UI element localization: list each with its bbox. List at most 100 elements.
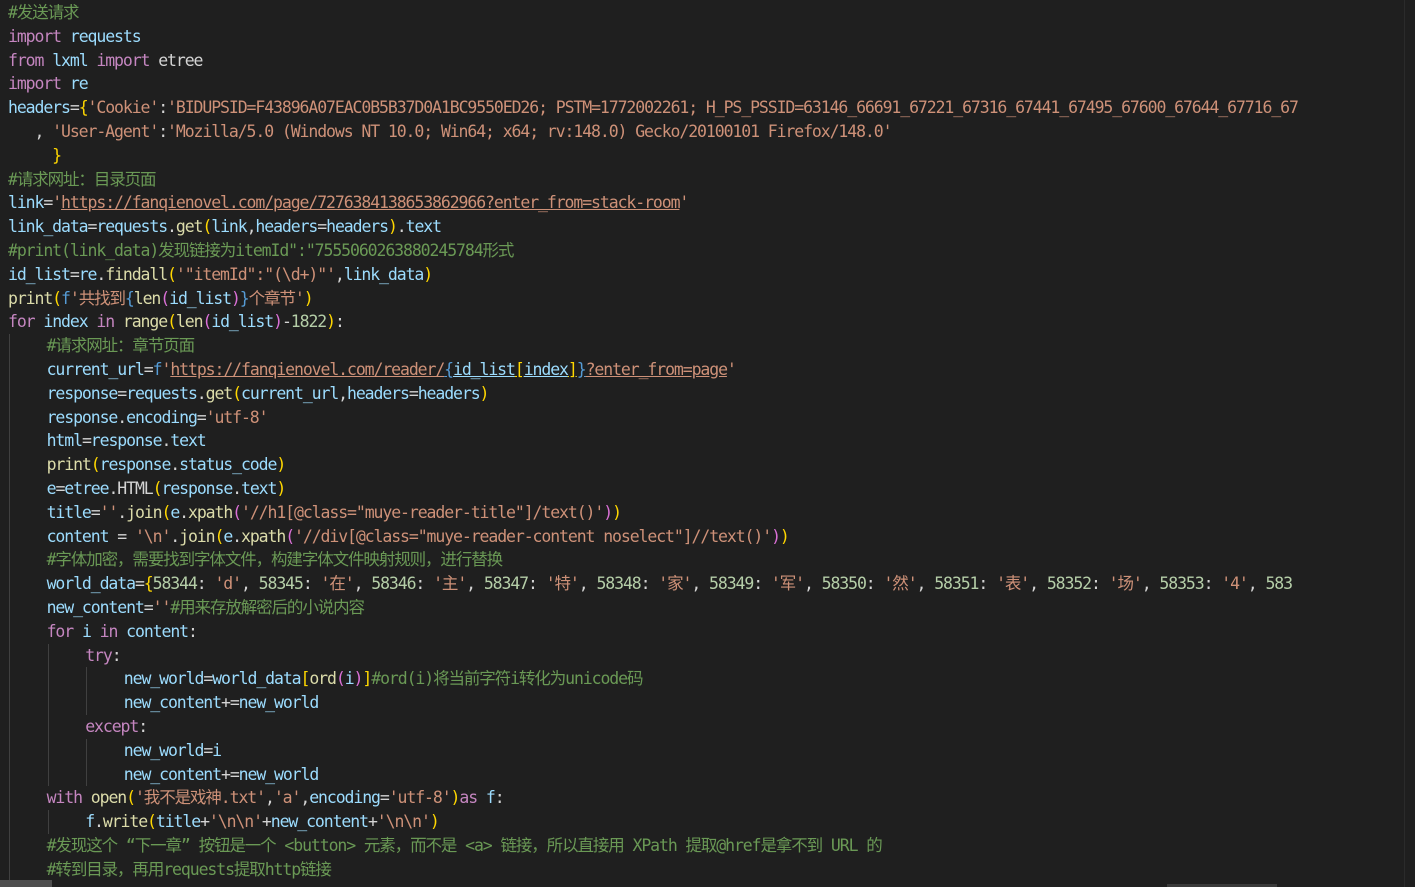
code-line[interactable]: #print(link_data)发现链接为itemId":"755506026… — [0, 239, 1405, 263]
code-token: - — [281, 312, 292, 332]
code-token: i — [344, 669, 355, 689]
code-line[interactable]: current_url=f'https://fanqienovel.com/re… — [0, 357, 1405, 382]
code-token: #请求网址：目录页面 — [8, 169, 157, 189]
code-line[interactable]: headers={'Cookie':'BIDUPSID=F43896A07EAC… — [0, 96, 1405, 120]
code-token: HTML — [117, 478, 153, 498]
code-token: get — [175, 217, 204, 237]
code-line[interactable]: from lxml import etree — [0, 49, 1405, 73]
code-line[interactable]: #请求网址：目录页面 — [0, 168, 1405, 192]
code-line[interactable]: content = '\n'.join(e.xpath('//div[@clas… — [0, 524, 1405, 549]
vertical-scrollbar[interactable] — [1404, 0, 1415, 887]
code-token: = — [143, 597, 154, 617]
code-token: += — [220, 764, 240, 784]
code-line[interactable]: for index in range(len(id_list)-1822): — [0, 310, 1405, 334]
code-token: in — [96, 312, 115, 332]
code-token: ( — [214, 526, 224, 546]
code-token: = — [203, 740, 213, 760]
code-line[interactable]: with open('我不是戏神.txt','a',encoding='utf-… — [0, 786, 1405, 811]
code-token: xpath — [241, 526, 286, 546]
code-line[interactable]: e=etree.HTML(response.text) — [0, 476, 1405, 501]
code-token: ) — [779, 526, 790, 546]
code-token: ( — [90, 455, 101, 475]
code-token: #发送请求 — [8, 3, 80, 22]
code-token: content — [126, 621, 189, 641]
horizontal-scrollbar-thumb[interactable] — [0, 880, 52, 887]
code-token: encoding — [309, 788, 381, 808]
code-line[interactable]: } — [0, 144, 1405, 168]
code-line[interactable]: title=''.join(e.xpath('//h1[@class="muye… — [0, 500, 1405, 525]
code-line[interactable]: #转到目录，再用requests提取http链接 — [0, 857, 1405, 882]
code-line[interactable]: #请求网址：章节页面 — [0, 334, 1405, 358]
code-line[interactable]: for i in content: — [0, 619, 1405, 644]
code-token: , — [240, 574, 259, 594]
indent-guide — [9, 857, 10, 882]
code-token: '' — [99, 502, 119, 522]
code-line[interactable]: response=requests.get(current_url,header… — [0, 381, 1405, 406]
code-token: id_list — [8, 264, 71, 284]
code-token: . — [196, 383, 207, 403]
code-token: . — [94, 812, 104, 832]
code-token: ( — [126, 788, 136, 808]
code-line[interactable]: #字体加密，需要找到字体文件，构建字体文件映射规则，进行替换 — [0, 548, 1405, 573]
code-token: ( — [52, 288, 62, 308]
code-token: } — [239, 288, 250, 308]
indent-guide — [9, 786, 10, 811]
code-token: e — [170, 502, 180, 522]
indent-guide — [86, 762, 88, 787]
indent-guide — [9, 738, 10, 763]
code-token: , — [1029, 574, 1047, 594]
indent-guide — [47, 762, 49, 787]
code-token: 'utf-8' — [205, 407, 269, 427]
code-line[interactable]: import requests — [0, 25, 1405, 49]
code-token: i — [212, 740, 222, 760]
code-token: headers — [8, 98, 71, 118]
code-line[interactable]: f.write(title+'\n\n'+new_content+'\n\n') — [0, 810, 1405, 834]
code-line[interactable]: new_content+=new_world — [0, 691, 1405, 715]
code-line[interactable]: print(response.status_code) — [0, 453, 1405, 477]
code-line[interactable]: world_data={58344: 'd', 58345: '在', 5834… — [0, 572, 1405, 596]
indent-guide — [9, 429, 10, 454]
code-token: headers — [255, 217, 318, 237]
code-line[interactable]: , 'User-Agent':'Mozilla/5.0 (Windows NT … — [0, 120, 1405, 144]
code-line[interactable]: #发送请求 — [0, 1, 1405, 25]
code-line[interactable]: link='https://fanqienovel.com/page/72763… — [0, 191, 1405, 215]
code-token: import — [8, 26, 62, 46]
code-token: . — [167, 217, 177, 237]
code-line[interactable]: response.encoding='utf-8' — [0, 405, 1405, 430]
code-editor[interactable]: #发送请求 import requests from lxml import etr… — [0, 0, 1415, 887]
code-line[interactable]: #发现这个 “下一章” 按钮是一个 <button> 元素，而不是 <a> 链接… — [0, 833, 1405, 858]
code-line[interactable]: new_world=world_data[ord(i)]#ord(i)将当前字符… — [0, 667, 1405, 692]
indent-guide — [9, 691, 10, 715]
indent-guide — [47, 643, 49, 668]
code-token: '然' — [883, 574, 917, 594]
code-token: : — [978, 574, 997, 594]
code-area[interactable]: #发送请求 import requests from lxml import etr… — [0, 1, 1405, 887]
code-token: ( — [202, 312, 212, 332]
code-token: link — [8, 193, 44, 213]
code-token: new_content — [270, 812, 369, 832]
code-line[interactable]: new_world=i — [0, 738, 1405, 763]
code-token: , — [691, 574, 710, 594]
code-token: 58348 — [596, 574, 641, 594]
code-token: , — [338, 383, 348, 403]
code-token: re — [69, 74, 89, 94]
code-line[interactable]: link_data=requests.get(link,headers=head… — [0, 215, 1405, 239]
code-token: text — [405, 217, 442, 237]
code-line[interactable]: try: — [0, 643, 1405, 668]
code-token: = — [55, 478, 65, 498]
code-token: ) — [276, 478, 286, 498]
code-token: get — [205, 383, 234, 403]
code-line[interactable]: print(f'共找到{len(id_list)}个章节') — [0, 287, 1405, 311]
code-line[interactable]: except: — [0, 714, 1405, 739]
code-line[interactable]: new_content+=new_world — [0, 762, 1405, 787]
code-token: , — [8, 121, 53, 141]
code-token: '' — [152, 597, 172, 617]
code-line[interactable]: html=response.text — [0, 429, 1405, 454]
code-line[interactable]: new_content=''#用来存放解密后的小说内容 — [0, 595, 1405, 620]
code-line[interactable]: import re — [0, 72, 1405, 96]
code-line[interactable]: id_list=re.findall('"itemId":"(\d+)"',li… — [0, 263, 1405, 287]
code-token: { — [78, 98, 89, 118]
code-token: print — [8, 288, 53, 308]
